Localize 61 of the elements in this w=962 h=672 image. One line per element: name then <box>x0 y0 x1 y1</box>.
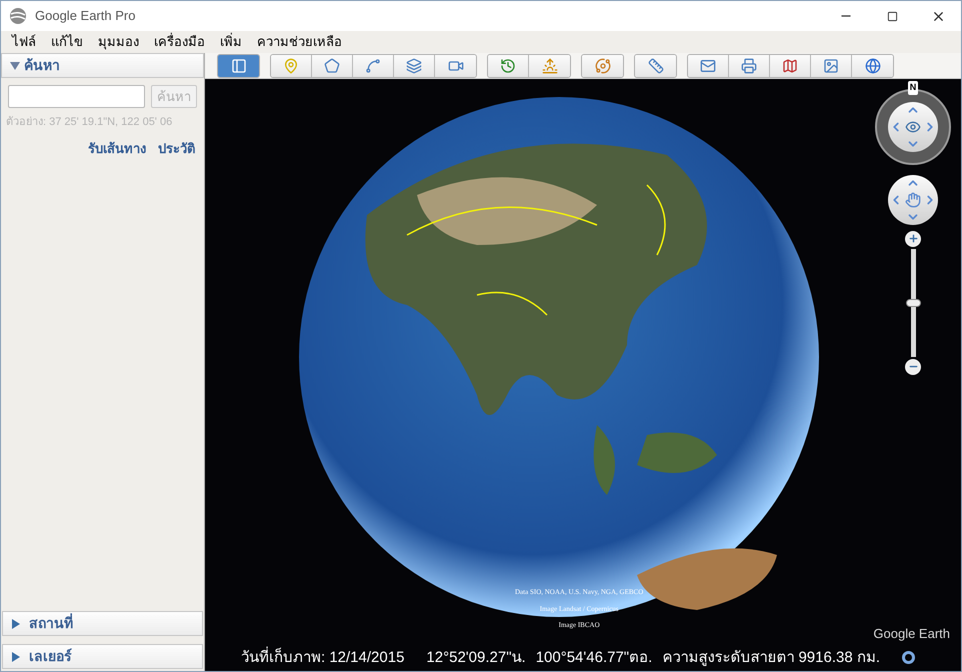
imagery-date: วันที่เก็บภาพ: 12/14/2015 <box>241 646 404 668</box>
zoom-in-button[interactable] <box>905 230 921 246</box>
toolbar-button[interactable] <box>729 54 770 76</box>
menu-item[interactable]: แก้ไข <box>51 32 83 52</box>
toolbar-button[interactable] <box>435 54 476 76</box>
zoom-thumb[interactable] <box>906 298 920 306</box>
latitude: 12°52'09.27"น. <box>426 648 526 668</box>
layers-icon <box>406 58 422 74</box>
loading-ring-icon <box>902 651 916 664</box>
polygon-icon <box>324 58 340 74</box>
longitude: 100°54'46.77"ตอ. <box>536 648 652 668</box>
panel-header[interactable]: สถานที่ <box>2 611 203 636</box>
panel-title: ค้นหา <box>24 56 60 75</box>
toolbar-button[interactable] <box>394 54 435 76</box>
plus-icon <box>908 233 918 244</box>
map-icon <box>782 58 798 74</box>
menu-item[interactable]: เครื่องมือ <box>154 32 205 52</box>
right-triangle-icon <box>11 618 21 628</box>
zoom-slider[interactable] <box>906 248 920 356</box>
panel-title: สถานที่ <box>29 613 73 633</box>
eye-icon <box>905 118 921 134</box>
ruler-icon <box>648 58 664 74</box>
window-title: Google Earth Pro <box>35 7 136 26</box>
sidebar-icon <box>230 58 246 74</box>
pin-icon <box>283 58 299 74</box>
envelope-icon <box>700 58 716 74</box>
toolbar-button[interactable] <box>529 54 570 76</box>
logo-text: Google Earth <box>873 625 950 643</box>
north-label: N <box>908 81 918 94</box>
toolbar-button[interactable] <box>770 54 811 76</box>
globe-logo-icon <box>9 7 27 25</box>
panel-title: เลเยอร์ <box>29 647 72 666</box>
menu-item[interactable]: ความช่วยเหลือ <box>257 32 342 52</box>
maximize-icon <box>886 10 898 22</box>
toolbar-button[interactable] <box>312 54 353 76</box>
path-icon <box>365 58 381 74</box>
search-field[interactable] <box>8 85 145 108</box>
globe-icon <box>864 58 880 74</box>
image-icon <box>823 58 839 74</box>
planet-icon <box>594 58 610 74</box>
down-triangle-icon <box>10 60 20 70</box>
menu-item[interactable]: เพิ่ม <box>220 32 242 52</box>
toolbar-button[interactable] <box>488 54 529 76</box>
menu-item[interactable]: มุมมอง <box>98 32 139 52</box>
eye-altitude: ความสูงระดับสายตา 9916.38 กม. <box>662 648 880 668</box>
example-text: ตัวอย่าง: 37 25' 19.1"N, 122 05' 06 <box>6 115 174 130</box>
toolbar-button[interactable] <box>811 54 852 76</box>
toolbar-button[interactable] <box>688 54 729 76</box>
panel-header[interactable]: เลเยอร์ <box>2 644 203 669</box>
sunrise-icon <box>542 58 558 74</box>
link[interactable]: ประวัติ <box>158 138 195 158</box>
hand-icon <box>905 192 921 208</box>
printer-icon <box>741 58 757 74</box>
clock-icon <box>500 58 516 74</box>
menu-item[interactable]: ไฟล์ <box>12 32 36 52</box>
toolbar-button[interactable] <box>353 54 394 76</box>
right-triangle-icon <box>11 652 21 662</box>
panel-header[interactable]: ค้นหา <box>1 53 204 78</box>
toolbar-button[interactable] <box>852 54 893 76</box>
link[interactable]: รับเส้นทาง <box>88 138 146 158</box>
zoom-out-button[interactable] <box>905 358 921 374</box>
